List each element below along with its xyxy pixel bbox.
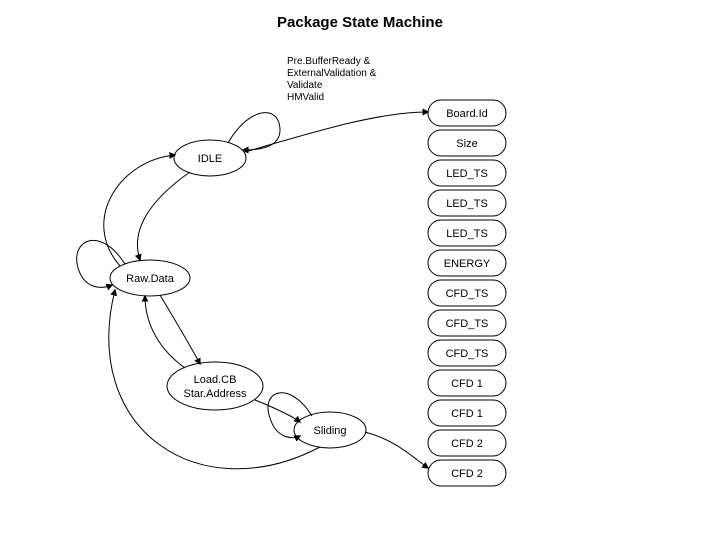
- svg-text:CFD 1: CFD 1: [451, 378, 483, 390]
- edge-loadcb-to-sliding: [255, 400, 300, 422]
- state-machine-diagram: Board.Id Size LED_TS LED_TS LED_TS ENERG…: [0, 0, 720, 540]
- svg-text:Sliding: Sliding: [313, 425, 346, 437]
- edge-sliding-to-stack: [365, 432, 428, 468]
- stack-item: CFD_TS: [428, 280, 506, 306]
- edge-idle-to-stack: [245, 112, 428, 152]
- svg-text:ENERGY: ENERGY: [444, 258, 491, 270]
- svg-text:CFD 2: CFD 2: [451, 438, 483, 450]
- state-stack: Board.Id Size LED_TS LED_TS LED_TS ENERG…: [428, 100, 506, 486]
- stack-item: Board.Id: [428, 100, 506, 126]
- stack-item: CFD 2: [428, 460, 506, 486]
- svg-text:CFD_TS: CFD_TS: [446, 288, 489, 300]
- stack-item: LED_TS: [428, 190, 506, 216]
- state-rawdata: Raw.Data: [110, 260, 190, 296]
- svg-text:CFD_TS: CFD_TS: [446, 348, 489, 360]
- edge-rawdata-to-loadcb: [160, 295, 200, 364]
- stack-item: CFD 1: [428, 370, 506, 396]
- svg-text:Size: Size: [456, 138, 477, 150]
- svg-text:LED_TS: LED_TS: [446, 168, 488, 180]
- stack-item: LED_TS: [428, 160, 506, 186]
- state-sliding: Sliding: [294, 412, 366, 448]
- svg-text:CFD 2: CFD 2: [451, 468, 483, 480]
- stack-item: LED_TS: [428, 220, 506, 246]
- edge-idle-to-rawdata: [137, 172, 190, 260]
- stack-item: ENERGY: [428, 250, 506, 276]
- svg-text:IDLE: IDLE: [198, 153, 222, 165]
- svg-text:Load.CB: Load.CB: [194, 374, 237, 386]
- state-idle: IDLE: [174, 140, 246, 176]
- svg-text:CFD_TS: CFD_TS: [446, 318, 489, 330]
- stack-item: CFD 2: [428, 430, 506, 456]
- svg-text:Raw.Data: Raw.Data: [126, 273, 175, 285]
- stack-item: CFD 1: [428, 400, 506, 426]
- edge-rawdata-to-idle: [104, 155, 175, 266]
- svg-text:LED_TS: LED_TS: [446, 228, 488, 240]
- edge-loadcb-to-rawdata: [145, 296, 185, 368]
- state-loadcb: Load.CB Star.Address: [167, 362, 263, 410]
- stack-item: CFD_TS: [428, 310, 506, 336]
- svg-text:Board.Id: Board.Id: [446, 108, 488, 120]
- svg-text:CFD 1: CFD 1: [451, 408, 483, 420]
- svg-text:Star.Address: Star.Address: [184, 388, 247, 400]
- stack-item: Size: [428, 130, 506, 156]
- svg-text:LED_TS: LED_TS: [446, 198, 488, 210]
- stack-item: CFD_TS: [428, 340, 506, 366]
